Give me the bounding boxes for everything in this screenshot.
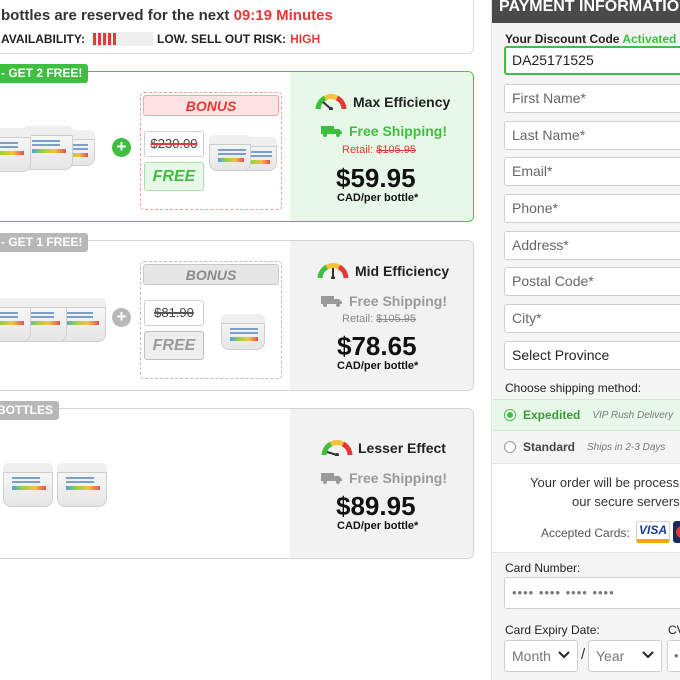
discount-status: Activated [622,32,677,46]
free-shipping-text: Free Shipping! [349,470,447,486]
gauge-icon [315,94,347,110]
plus-icon: + [112,138,131,157]
reservation-notice: bottles are reserved for the next 09:19 … [0,0,474,54]
availability-bar [91,32,153,46]
payment-header: PAYMENT INFORMATIO [492,0,680,23]
plus-icon: + [112,308,131,327]
reservation-prefix: bottles are reserved for the next [1,7,230,24]
efficiency-title: Max Efficiency [353,94,451,110]
free-shipping: Free Shipping! [321,470,447,486]
package-tag: BOTTLES [0,401,59,420]
discount-code-label: Your Discount Code Activated [505,32,677,46]
bonus-box: BONUS $81.90 FREE [140,261,282,379]
payment-panel: PAYMENT INFORMATIO Your Discount Code Ac… [491,0,680,680]
free-shipping: Free Shipping! [321,123,447,139]
package-card-2[interactable]: - GET 1 FREE! + BONUS $81.90 FREE Mid Ef… [0,233,474,391]
card-number-field[interactable]: •••• •••• •••• •••• [504,577,680,609]
truck-icon [321,473,342,484]
truck-icon [321,296,342,307]
package-price: $78.65 [337,331,417,361]
price-unit: CAD/per bottle* [337,360,419,372]
mastercard-icon [673,521,680,543]
price-unit: CAD/per bottle* [337,192,419,204]
shipping-option-desc: Ships in 2-3 Days [587,441,666,453]
package-price: $59.95 [336,163,416,193]
chevron-down-icon [558,651,570,659]
expiry-year-select[interactable]: Year [588,640,662,672]
address-field[interactable]: Address* [504,231,680,260]
last-name-field[interactable]: Last Name* [504,121,680,150]
cvv-label: CV [668,623,680,637]
free-shipping-text: Free Shipping! [349,123,447,139]
bonus-label: BONUS [143,264,279,285]
gauge-icon [321,440,353,456]
package-card-3[interactable]: BOTTLES Lesser Effect Free Shipping! $89… [0,401,474,559]
secure-server-box: Your order will be process our secure se… [492,463,680,553]
shipping-option-name: Expedited [523,408,581,422]
postal-code-field[interactable]: Postal Code* [504,267,680,296]
retail-price: Retail: $105.95 [342,144,417,156]
phone-field[interactable]: Phone* [504,194,680,223]
retail-price: Retail: $105.95 [342,313,417,325]
efficiency-title: Mid Efficiency [355,263,450,279]
city-field[interactable]: City* [504,304,680,333]
package-card-1[interactable]: - GET 2 FREE! + BONUS $230.00 FREE Max E… [0,64,474,222]
package-price: $89.95 [336,491,416,521]
reservation-text: bottles are reserved for the next 09:19 … [1,7,333,24]
chevron-down-icon [642,651,654,659]
expiry-month-value: Month [512,648,551,664]
visa-card-icon: VISA [636,521,670,543]
bonus-old-price: $230.00 [144,131,204,157]
risk-label: LOW. SELL OUT RISK: [157,32,287,46]
shipping-option-desc: VIP Rush Delivery [592,409,674,421]
free-shipping-text: Free Shipping! [349,293,447,309]
efficiency-title: Lesser Effect [358,440,446,456]
bonus-box: BONUS $230.00 FREE [140,92,282,210]
radio-unselected-icon[interactable] [504,441,516,453]
bonus-free-tag: FREE [144,331,204,360]
bonus-label: BONUS [143,95,279,116]
shipping-option-standard[interactable]: Standard Ships in 2-3 Days [493,431,680,463]
card-number-label: Card Number: [505,561,581,575]
expiry-month-select[interactable]: Month [504,640,578,672]
expiry-separator: / [581,646,586,663]
shipping-option-name: Standard [523,440,576,454]
shipping-option-expedited[interactable]: Expedited VIP Rush Delivery [493,399,680,431]
shipping-method-label: Choose shipping method: [505,381,642,395]
radio-selected-icon[interactable] [504,409,516,421]
bonus-free-tag: FREE [144,162,204,191]
secure-text-line1: Your order will be process [530,475,680,490]
expiry-year-value: Year [596,648,625,664]
secure-text-line2: our secure servers [572,494,680,509]
price-unit: CAD/per bottle* [337,520,419,532]
accepted-cards-label: Accepted Cards: [541,526,630,540]
first-name-field[interactable]: First Name* [504,84,680,113]
package-tag: - GET 2 FREE! [0,64,89,83]
availability-label: AVAILABILITY: [1,32,85,46]
discount-code-field[interactable]: DA25171525 [504,46,680,75]
cvv-field[interactable]: • [667,640,680,672]
free-shipping: Free Shipping! [321,293,447,309]
bonus-old-price: $81.90 [144,300,204,326]
card-expiry-label: Card Expiry Date: [505,623,600,637]
gauge-icon [317,263,349,279]
risk-value: HIGH [290,32,321,46]
countdown-timer: 09:19 Minutes [233,7,333,24]
province-select[interactable]: Select Province [504,341,680,370]
truck-icon [321,126,342,137]
package-tag: - GET 1 FREE! [0,233,89,252]
availability-row: AVAILABILITY: LOW. SELL OUT RISK: HIGH [1,32,320,46]
email-field[interactable]: Email* [504,157,680,186]
